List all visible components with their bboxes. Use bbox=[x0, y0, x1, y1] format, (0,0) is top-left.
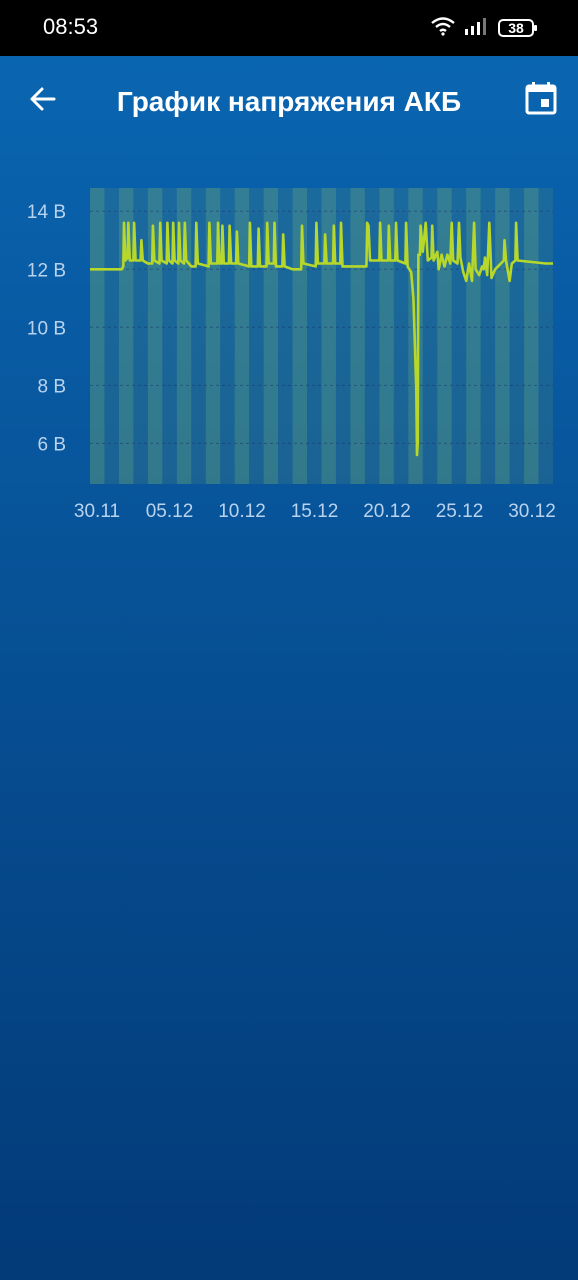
x-tick-label: 05.12 bbox=[146, 501, 194, 522]
x-tick-label: 10.12 bbox=[218, 501, 266, 522]
y-tick-label: 10 В bbox=[27, 318, 66, 339]
plot-band bbox=[495, 188, 510, 484]
plot-band bbox=[104, 188, 119, 484]
plot-band bbox=[292, 188, 308, 484]
y-tick-label: 8 В bbox=[37, 376, 66, 397]
app-bar: График напряжения АКБ bbox=[0, 56, 578, 146]
battery-indicator: 38 bbox=[498, 19, 537, 37]
calendar-button[interactable] bbox=[524, 80, 558, 116]
plot-band bbox=[524, 188, 539, 484]
plot-band bbox=[118, 188, 134, 484]
x-tick-label: 15.12 bbox=[291, 501, 339, 522]
x-tick-label: 25.12 bbox=[436, 501, 484, 522]
x-tick-label: 30.12 bbox=[508, 501, 556, 522]
voltage-chart-svg: 6 В 8 В 10 В 12 В 14 В 30.11 05.12 10.12 15.12 20… bbox=[27, 188, 556, 522]
y-tick-label: 14 В bbox=[27, 202, 66, 223]
plot-band bbox=[437, 188, 452, 484]
wifi-icon bbox=[430, 16, 456, 41]
page-title: График напряжения АКБ bbox=[116, 86, 462, 117]
x-tick-label: 30.11 bbox=[74, 501, 120, 522]
voltage-chart: 6 В 8 В 10 В 12 В 14 В 30.11 05.12 10.12 15.12 20… bbox=[0, 170, 578, 540]
plot-band bbox=[335, 188, 351, 484]
status-icons: 38 bbox=[430, 16, 537, 41]
plot-band bbox=[350, 188, 365, 484]
plot-band bbox=[278, 188, 293, 484]
plot-band bbox=[191, 188, 206, 484]
x-tick-label: 20.12 bbox=[363, 501, 411, 522]
plot-band bbox=[307, 188, 322, 484]
plot-band bbox=[90, 188, 105, 484]
y-tick-label: 12 В bbox=[27, 260, 66, 281]
signal-icon bbox=[464, 16, 490, 41]
status-time: 08:53 bbox=[43, 14, 99, 39]
calendar-icon bbox=[525, 82, 557, 115]
y-tick-label: 6 В bbox=[37, 434, 66, 455]
plot-band bbox=[538, 188, 553, 484]
status-bar: 08:53 38 bbox=[0, 0, 578, 56]
